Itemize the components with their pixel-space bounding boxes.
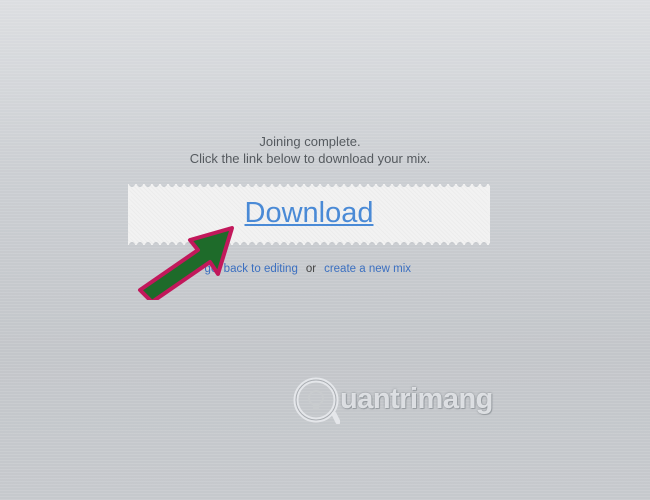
annotation-arrow-icon <box>138 226 234 300</box>
watermark-logo: uantrimang <box>292 376 517 424</box>
create-new-mix-link[interactable]: create a new mix <box>324 263 411 275</box>
joining-complete-text: Joining complete. <box>259 134 361 149</box>
watermark-text: uantrimang <box>340 383 493 415</box>
or-separator: or <box>305 263 317 275</box>
lightbulb-logo-icon <box>293 377 340 424</box>
status-message: Joining complete. Click the link below t… <box>0 133 620 167</box>
download-instruction-text: Click the link below to download your mi… <box>189 151 431 166</box>
